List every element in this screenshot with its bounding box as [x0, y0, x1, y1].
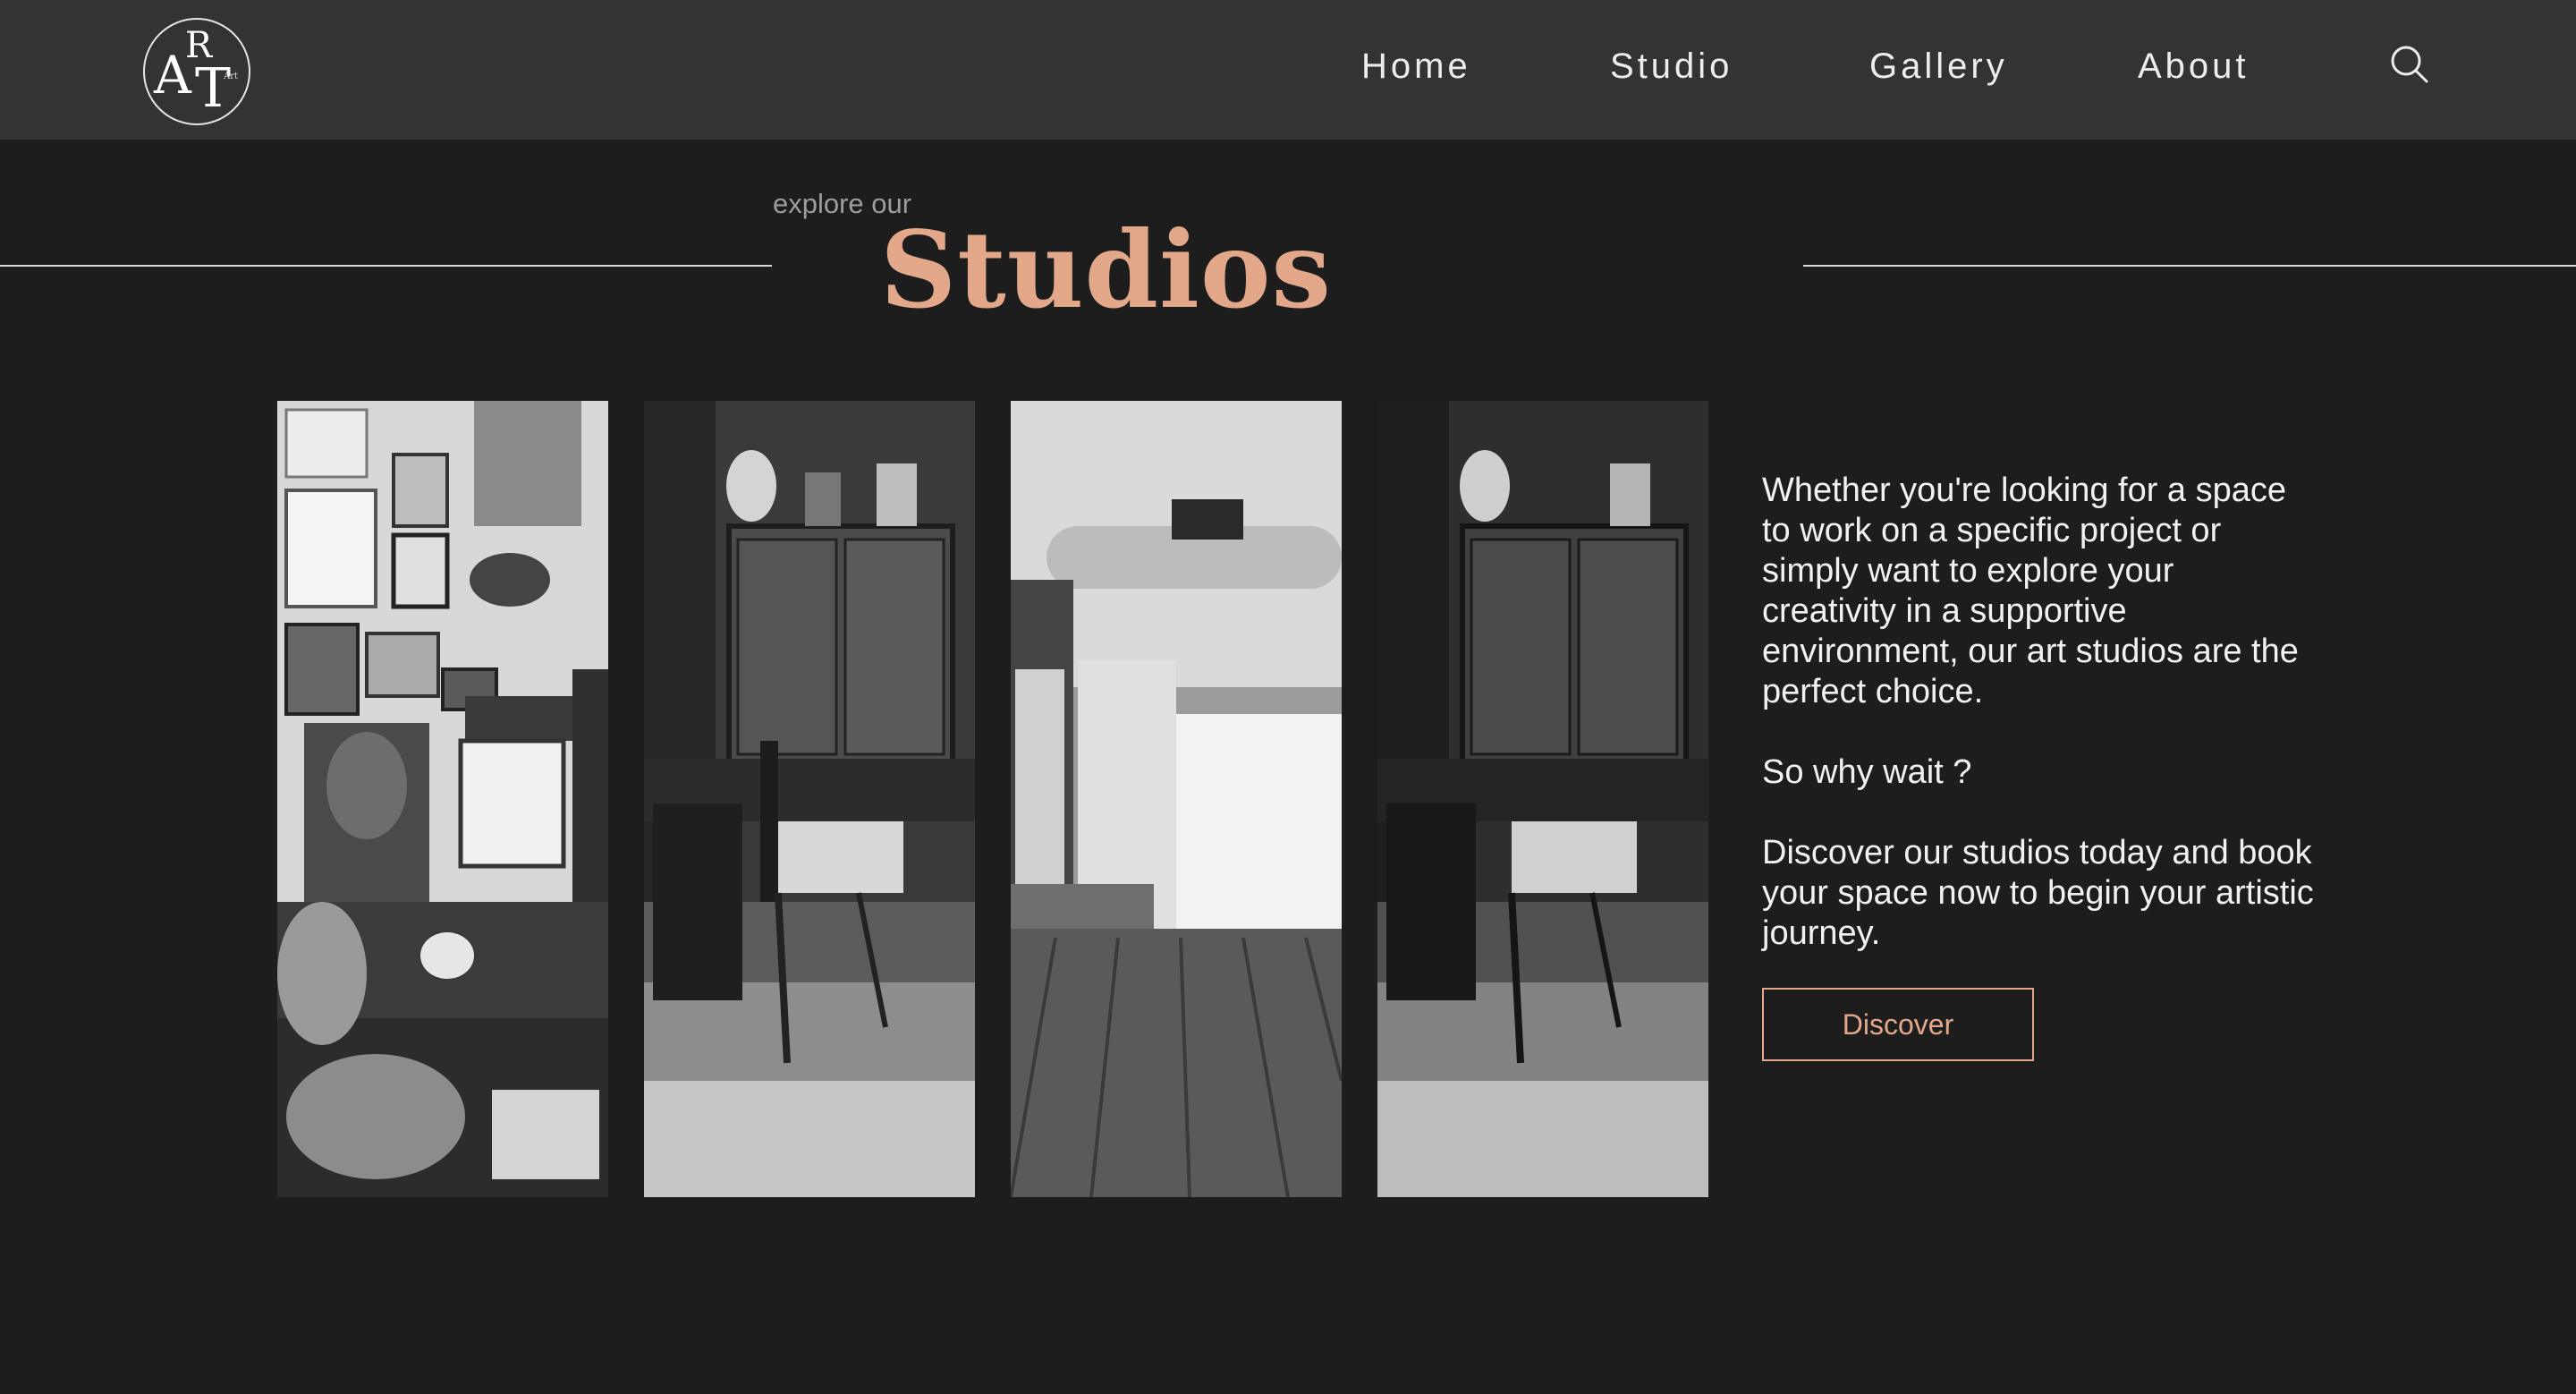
- studio-photo-cabinet-workspace: [644, 401, 975, 1197]
- logo-letter-t: T: [195, 57, 232, 120]
- nav-studio[interactable]: Studio: [1610, 47, 1733, 87]
- studio-photo-loft-backdrop: [1011, 401, 1342, 1197]
- divider-left: [0, 265, 772, 267]
- divider-right: [1803, 265, 2576, 267]
- description-paragraph-1: Whether you're looking for a space to wo…: [1762, 472, 2299, 710]
- description-paragraph-2: So why wait ?: [1762, 753, 1972, 791]
- logo[interactable]: A R T Art: [143, 18, 250, 125]
- nav-about[interactable]: About: [2138, 47, 2250, 87]
- studio-photo-cabinet-workspace-dark: [1377, 401, 1708, 1197]
- search-icon[interactable]: [2390, 45, 2429, 84]
- studio-description: Whether you're looking for a space to wo…: [1762, 471, 2317, 994]
- description-paragraph-3: Discover our studios today and book your…: [1762, 834, 2314, 952]
- page-title: Studios: [880, 208, 1332, 332]
- navbar: A R T Art Home Studio Gallery About: [0, 0, 2576, 140]
- nav-home[interactable]: Home: [1361, 47, 1471, 87]
- studio-photo-gallery-wall: [277, 401, 608, 1197]
- discover-button[interactable]: Discover: [1762, 988, 2034, 1061]
- logo-small-text: Art: [224, 72, 239, 81]
- nav-gallery[interactable]: Gallery: [1869, 47, 2008, 87]
